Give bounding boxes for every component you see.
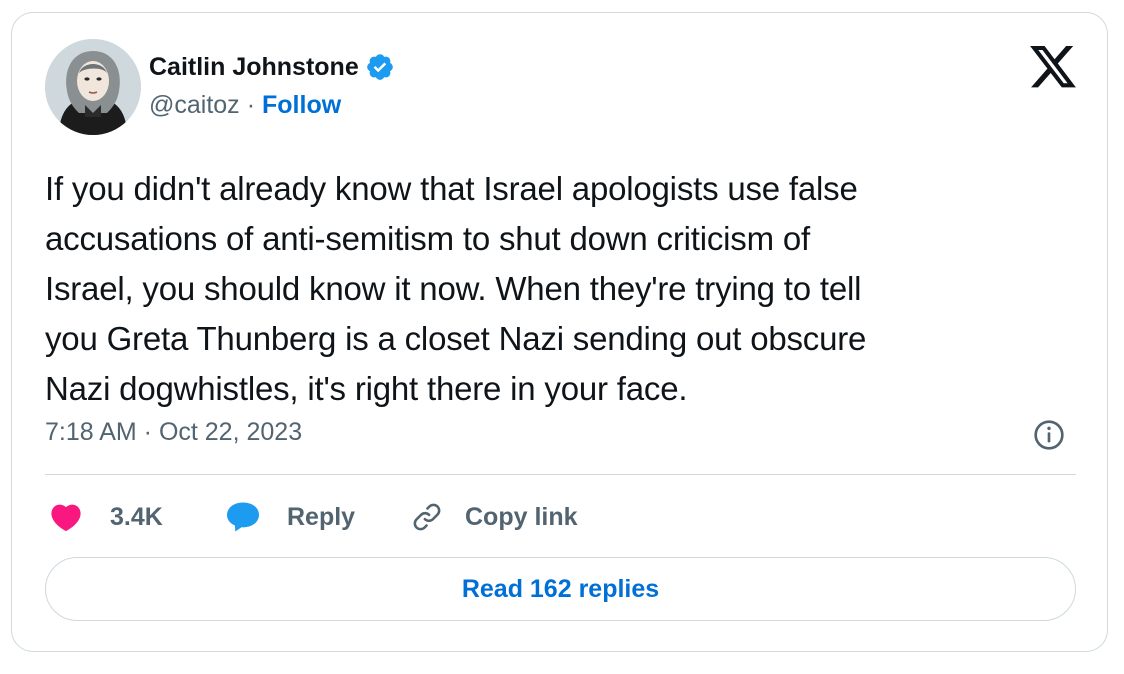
x-logo-icon[interactable] (1030, 46, 1076, 88)
separator-dot: · (246, 91, 256, 119)
author-handle[interactable]: @caitoz (149, 91, 240, 120)
tweet-text: If you didn't already know that Israel a… (45, 164, 1085, 414)
divider (45, 474, 1076, 475)
tweet-line: Israel, you should know it now. When the… (45, 270, 862, 307)
heart-icon (51, 504, 81, 532)
author-name[interactable]: Caitlin Johnstone (149, 53, 359, 82)
avatar[interactable] (45, 39, 141, 135)
read-replies-button[interactable]: Read 162 replies (45, 557, 1076, 621)
tweet-line: If you didn't already know that Israel a… (45, 170, 858, 207)
handle-row: @caitoz · Follow (149, 91, 341, 120)
tweet-card: Caitlin Johnstone @caitoz · Follow If yo… (11, 12, 1108, 652)
link-icon (413, 503, 441, 531)
author-row: Caitlin Johnstone (149, 49, 395, 85)
tweet-timestamp[interactable]: 7:18 AM · Oct 22, 2023 (45, 418, 302, 447)
follow-button[interactable]: Follow (262, 91, 341, 120)
info-icon[interactable] (1033, 419, 1065, 451)
avatar-illustration (45, 39, 141, 135)
tweet-line: Nazi dogwhistles, it's right there in yo… (45, 370, 688, 407)
reply-button[interactable]: Reply (225, 497, 355, 537)
like-button[interactable]: 3.4K (50, 497, 163, 537)
copy-link-label: Copy link (465, 502, 578, 531)
copy-link-button[interactable]: Copy link (410, 497, 578, 537)
like-count: 3.4K (110, 502, 163, 531)
speech-bubble-icon (227, 502, 259, 532)
tweet-line: accusations of anti-semitism to shut dow… (45, 220, 810, 257)
verified-badge-icon (366, 54, 393, 80)
tweet-line: you Greta Thunberg is a closet Nazi send… (45, 320, 867, 357)
reply-label: Reply (287, 502, 356, 531)
